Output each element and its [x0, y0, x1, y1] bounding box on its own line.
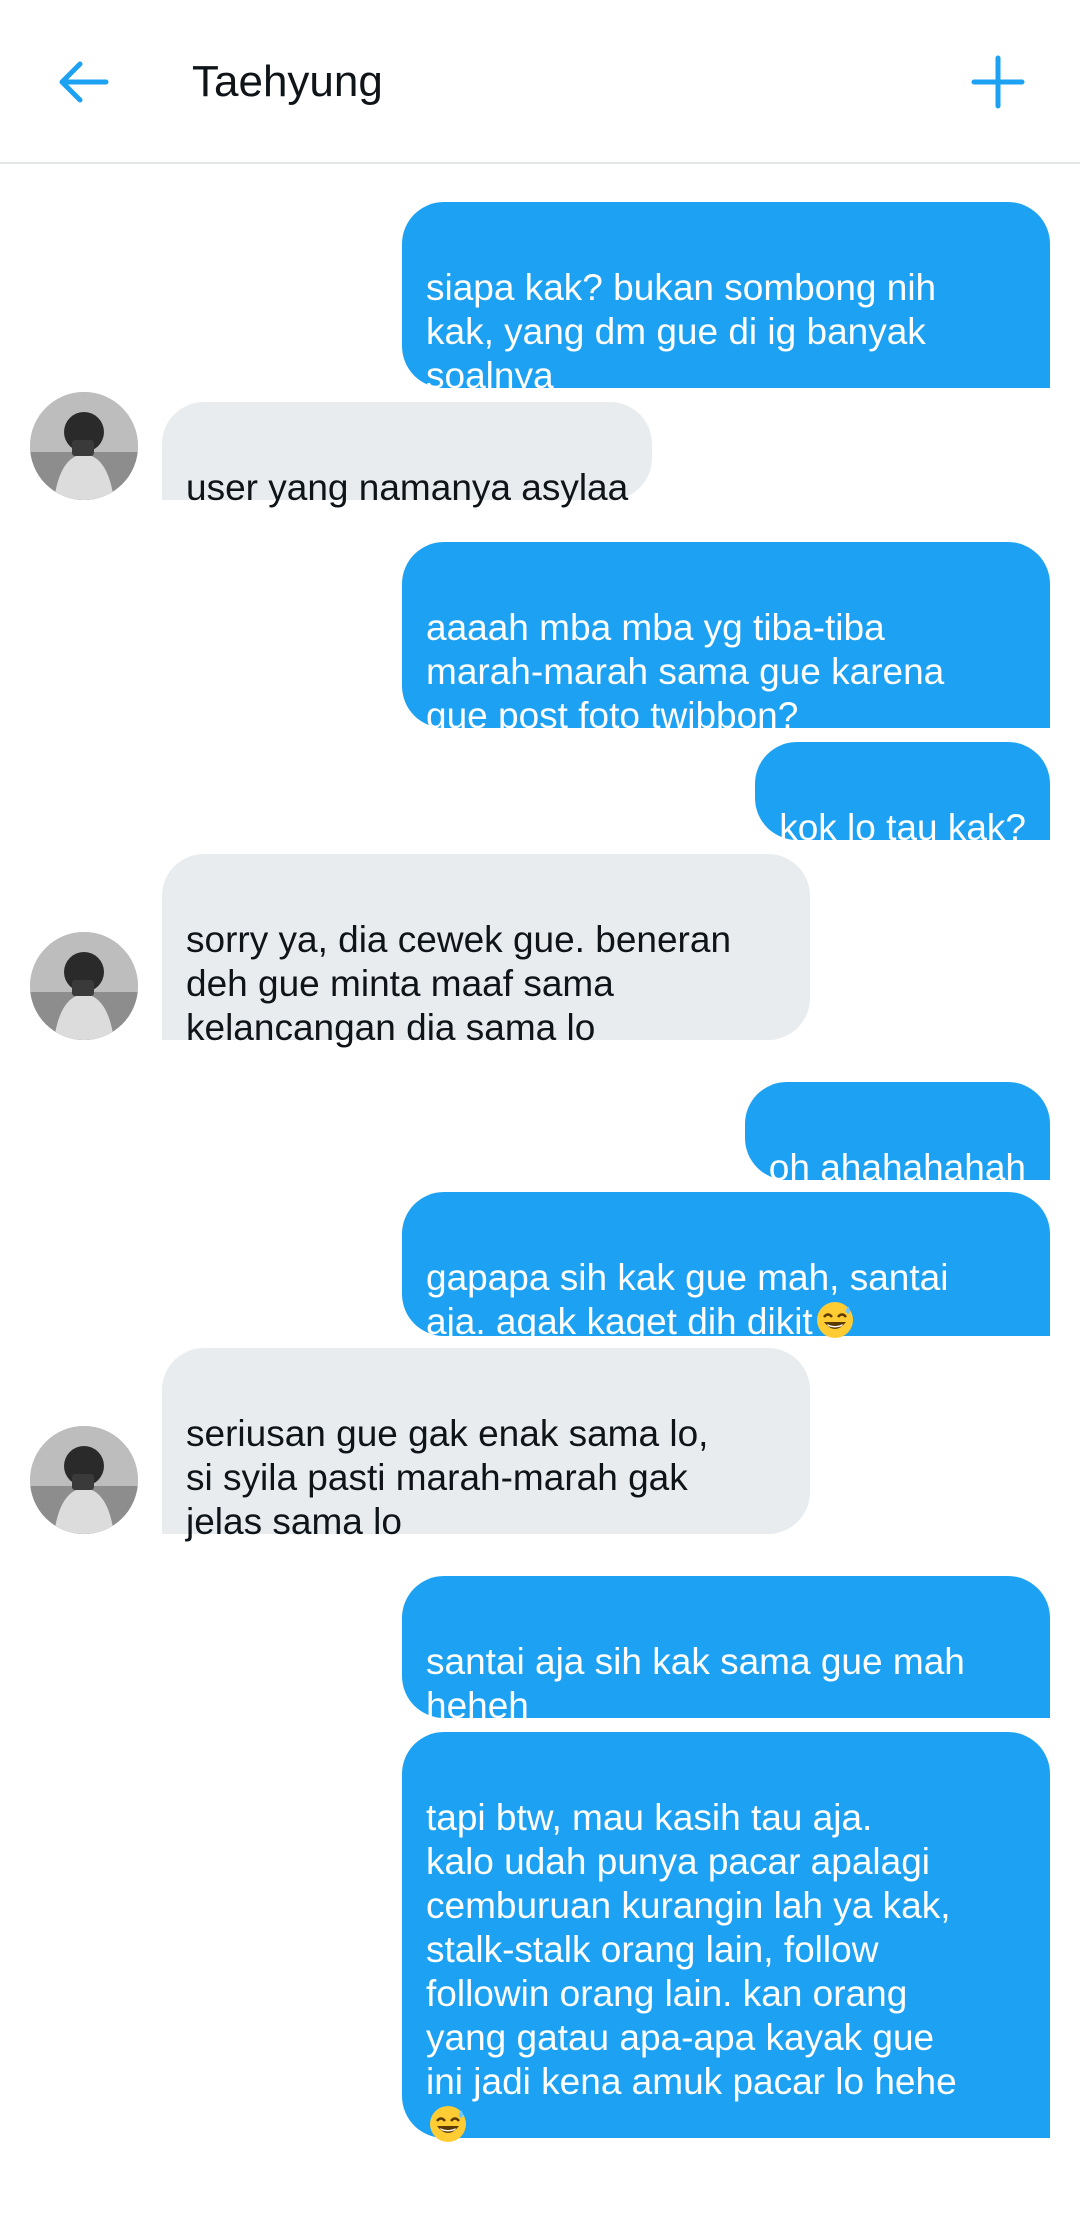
message-text: santai aja sih kak sama gue mah heheh	[426, 1641, 965, 1726]
message-bubble-outgoing[interactable]: santai aja sih kak sama gue mah heheh	[402, 1576, 1050, 1726]
message-text: oh ahahahahah	[768, 1147, 1026, 1188]
back-button[interactable]	[48, 46, 120, 118]
conversation-title: Taehyung	[192, 57, 383, 106]
grinning-sweat-emoji	[430, 2106, 466, 2142]
message-text: gapapa sih kak gue mah, santai aja. agak…	[426, 1257, 949, 1342]
message-bubble-outgoing[interactable]: gapapa sih kak gue mah, santai aja. agak…	[402, 1192, 1050, 1342]
message-bubble-incoming[interactable]: sorry ya, dia cewek gue. beneran deh gue…	[162, 854, 810, 1048]
message-list[interactable]: siapa kak? bukan sombong nih kak, yang d…	[0, 164, 1080, 2233]
message-bubble-outgoing[interactable]: kok lo tau kak?	[755, 742, 1050, 848]
message-text: sorry ya, dia cewek gue. beneran deh gue…	[186, 919, 732, 1048]
message-text: user yang namanya asylaa	[186, 467, 629, 508]
message-text: tapi btw, mau kasih tau aja. kalo udah p…	[426, 1797, 957, 2102]
message-text: kok lo tau kak?	[779, 807, 1026, 848]
message-bubble-incoming[interactable]: seriusan gue gak enak sama lo, si syila …	[162, 1348, 810, 1542]
message-bubble-outgoing[interactable]: siapa kak? bukan sombong nih kak, yang d…	[402, 202, 1050, 396]
avatar-photo-icon	[30, 392, 138, 500]
message-bubble-outgoing[interactable]: aaaah mba mba yg tiba-tiba marah-marah s…	[402, 542, 1050, 736]
grinning-sweat-emoji	[816, 1302, 853, 1338]
arrow-left-icon	[59, 61, 109, 103]
message-bubble-incoming[interactable]: user yang namanya asylaa	[162, 402, 653, 508]
message-text: seriusan gue gak enak sama lo, si syila …	[186, 1413, 709, 1542]
message-bubble-outgoing[interactable]: tapi btw, mau kasih tau aja. kalo udah p…	[402, 1732, 1050, 2142]
avatar[interactable]	[30, 392, 138, 500]
message-text: siapa kak? bukan sombong nih kak, yang d…	[426, 267, 937, 396]
message-text: aaaah mba mba yg tiba-tiba marah-marah s…	[426, 607, 945, 736]
plus-icon	[971, 55, 1025, 109]
conversation-header: Taehyung	[0, 0, 1080, 164]
avatar-photo-icon	[30, 1426, 138, 1534]
add-button[interactable]	[962, 46, 1034, 118]
avatar-photo-icon	[30, 932, 138, 1040]
avatar[interactable]	[30, 932, 138, 1040]
avatar[interactable]	[30, 1426, 138, 1534]
message-bubble-outgoing[interactable]: oh ahahahahah	[744, 1082, 1050, 1188]
